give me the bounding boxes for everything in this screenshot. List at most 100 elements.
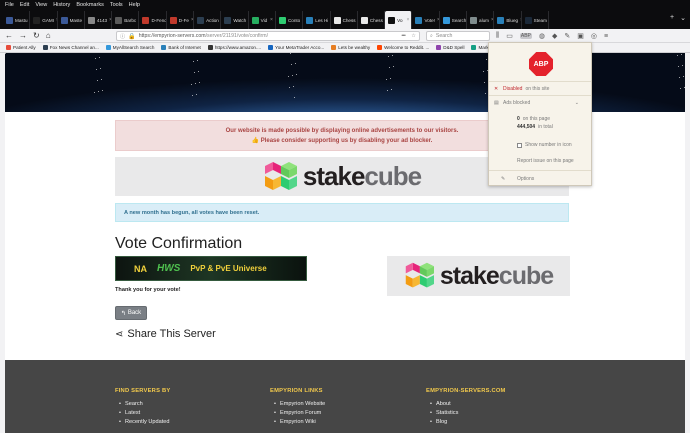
tab-close-icon[interactable]: × — [407, 17, 410, 23]
bookmark-label: MyAllSearch Search — [112, 45, 155, 50]
tab[interactable]: GAMI× — [30, 11, 58, 29]
tab-label: D-Fe — [178, 17, 189, 23]
abp-disabled-row[interactable]: ✕ Disabled on this site — [489, 84, 591, 93]
tab[interactable]: Vote! × — [412, 11, 440, 29]
chevron-down-icon: ⌄ — [574, 99, 579, 106]
extension-icon[interactable]: ◍ — [539, 32, 545, 40]
bookmark-item[interactable]: Your MetaTrader Acco... — [268, 45, 324, 50]
star-decoration — [677, 55, 678, 56]
star-decoration — [288, 76, 289, 77]
thank-you-message: Thank you for your vote! — [115, 287, 181, 293]
tab[interactable]: Steam× — [522, 11, 549, 29]
tab[interactable]: 4143 × — [85, 11, 113, 29]
abp-ads-blocked-toggle[interactable]: ▤ Ads blocked ⌄ — [489, 98, 591, 107]
footer-link[interactable]: About — [430, 401, 506, 407]
info-icon[interactable]: ⓘ — [120, 33, 125, 40]
footer-link[interactable]: Latest — [119, 410, 170, 416]
footer-link[interactable]: Statistics — [430, 410, 506, 416]
tab[interactable]: Chess× — [331, 11, 358, 29]
sidebar-icon[interactable]: ▭ — [506, 32, 513, 40]
star-decoration — [388, 56, 389, 57]
abp-report-issue-link[interactable]: Report issue on this page — [489, 157, 591, 165]
footer-link[interactable]: Empyrion Wiki — [274, 419, 325, 425]
search-bar[interactable]: ⌕ Search — [426, 31, 490, 41]
divider — [489, 81, 591, 82]
tab[interactable]: Chess× — [358, 11, 386, 29]
tab[interactable]: Blueg× — [494, 11, 522, 29]
checkbox[interactable] — [517, 142, 522, 148]
search-placeholder: Search — [435, 33, 453, 39]
share-heading: ⋖ Share This Server — [115, 328, 216, 340]
tab[interactable]: Barbc× — [112, 11, 140, 29]
stakecube-ad-side[interactable]: stakecube — [387, 256, 570, 296]
star-decoration — [483, 71, 484, 72]
abp-toolbar-icon[interactable]: ABP — [519, 33, 532, 39]
tab[interactable]: Vid × — [249, 11, 276, 29]
bookmark-star-icon[interactable]: ☆ — [411, 33, 416, 39]
abp-disabled-label: Disabled — [503, 85, 523, 92]
menu-view[interactable]: View — [35, 2, 47, 8]
tab[interactable]: D-Fend R× — [139, 11, 167, 29]
tab[interactable]: Search× — [440, 11, 468, 29]
tab-active[interactable]: Vo × — [385, 11, 413, 29]
tab-close-icon[interactable]: × — [270, 17, 273, 23]
star-decoration — [98, 91, 99, 92]
tab[interactable]: Conto× — [276, 11, 304, 29]
tab[interactable]: Action× — [194, 11, 222, 29]
back-arrow-icon[interactable]: ← — [5, 31, 13, 40]
menu-hamburger-icon[interactable]: ≡ — [604, 33, 608, 40]
tab[interactable]: alum × — [467, 11, 495, 29]
url-bar[interactable]: ⓘ 🔒 https://empyrion-servers.com/server/… — [116, 31, 420, 41]
server-banner[interactable]: NA HWS PvP & PvE Universe — [115, 256, 307, 281]
extension-icon-3[interactable]: ✎ — [564, 32, 570, 40]
extension-icon-4[interactable]: ▣ — [577, 32, 584, 40]
extension-icon-5[interactable]: ◎ — [591, 32, 597, 40]
abp-options-button[interactable]: ✎ Options — [489, 174, 591, 183]
footer-link[interactable]: Blog — [430, 419, 506, 425]
tab-list-icon[interactable]: ⌄ — [680, 14, 686, 22]
menu-edit[interactable]: Edit — [20, 2, 29, 8]
bookmark-item[interactable]: MyAllSearch Search — [105, 45, 155, 50]
footer-link[interactable]: Empyrion Website — [274, 401, 325, 407]
bookmark-item[interactable]: https://www.amazon.... — [207, 45, 261, 50]
new-tab-icon[interactable]: + — [670, 14, 674, 22]
menu-history[interactable]: History — [53, 2, 70, 8]
extension-icon-2[interactable]: ◆ — [552, 32, 557, 40]
library-icon[interactable]: ⫼ — [496, 32, 499, 40]
bookmark-favicon-icon — [207, 45, 213, 50]
star-decoration — [680, 88, 681, 89]
bookmark-item[interactable]: Bank of Internet — [161, 45, 201, 50]
menu-file[interactable]: File — [5, 2, 14, 8]
forward-arrow-icon[interactable]: → — [19, 31, 27, 40]
menu-tools[interactable]: Tools — [110, 2, 123, 8]
back-button[interactable]: ↰ Back — [115, 306, 147, 320]
star-decoration — [102, 90, 103, 91]
star-decoration — [195, 83, 196, 84]
footer-link[interactable]: Empyrion Forum — [274, 410, 325, 416]
bookmark-item[interactable]: Patient Ally — [6, 45, 36, 50]
menu-bookmarks[interactable]: Bookmarks — [76, 2, 104, 8]
tab[interactable]: Watch× — [221, 11, 249, 29]
star-decoration — [386, 79, 387, 80]
bookmark-item[interactable]: Lets be wealthy — [331, 45, 370, 50]
bookmark-item[interactable]: D&D Spell — [436, 45, 464, 50]
tab[interactable]: Mastu× — [3, 11, 31, 29]
bookmark-item[interactable]: Welcome to Reddit. ... — [377, 45, 429, 50]
tab-favicon-icon — [251, 16, 259, 24]
tab[interactable]: Maste× — [58, 11, 85, 29]
reload-icon[interactable]: ↻ — [33, 31, 40, 40]
abp-show-number-checkbox[interactable]: Show number in icon — [489, 141, 591, 149]
tab-favicon-icon — [333, 16, 341, 24]
bookmark-item[interactable]: Fox News Channel an... — [42, 45, 99, 50]
tab[interactable]: Les Hi× — [303, 11, 331, 29]
bookmark-label: Patient Ally — [13, 45, 36, 50]
menu-help[interactable]: Help — [129, 2, 140, 8]
tab[interactable]: D-Fe × — [167, 11, 195, 29]
footer-link[interactable]: Search — [119, 401, 170, 407]
footer-link[interactable]: Recently Updated — [119, 419, 170, 425]
tab-label: Chess — [342, 17, 356, 23]
page-actions-icon[interactable]: ••• — [401, 33, 405, 39]
tab-label: Action — [206, 17, 219, 23]
home-icon[interactable]: ⌂ — [46, 31, 51, 40]
bookmark-favicon-icon — [377, 45, 383, 50]
